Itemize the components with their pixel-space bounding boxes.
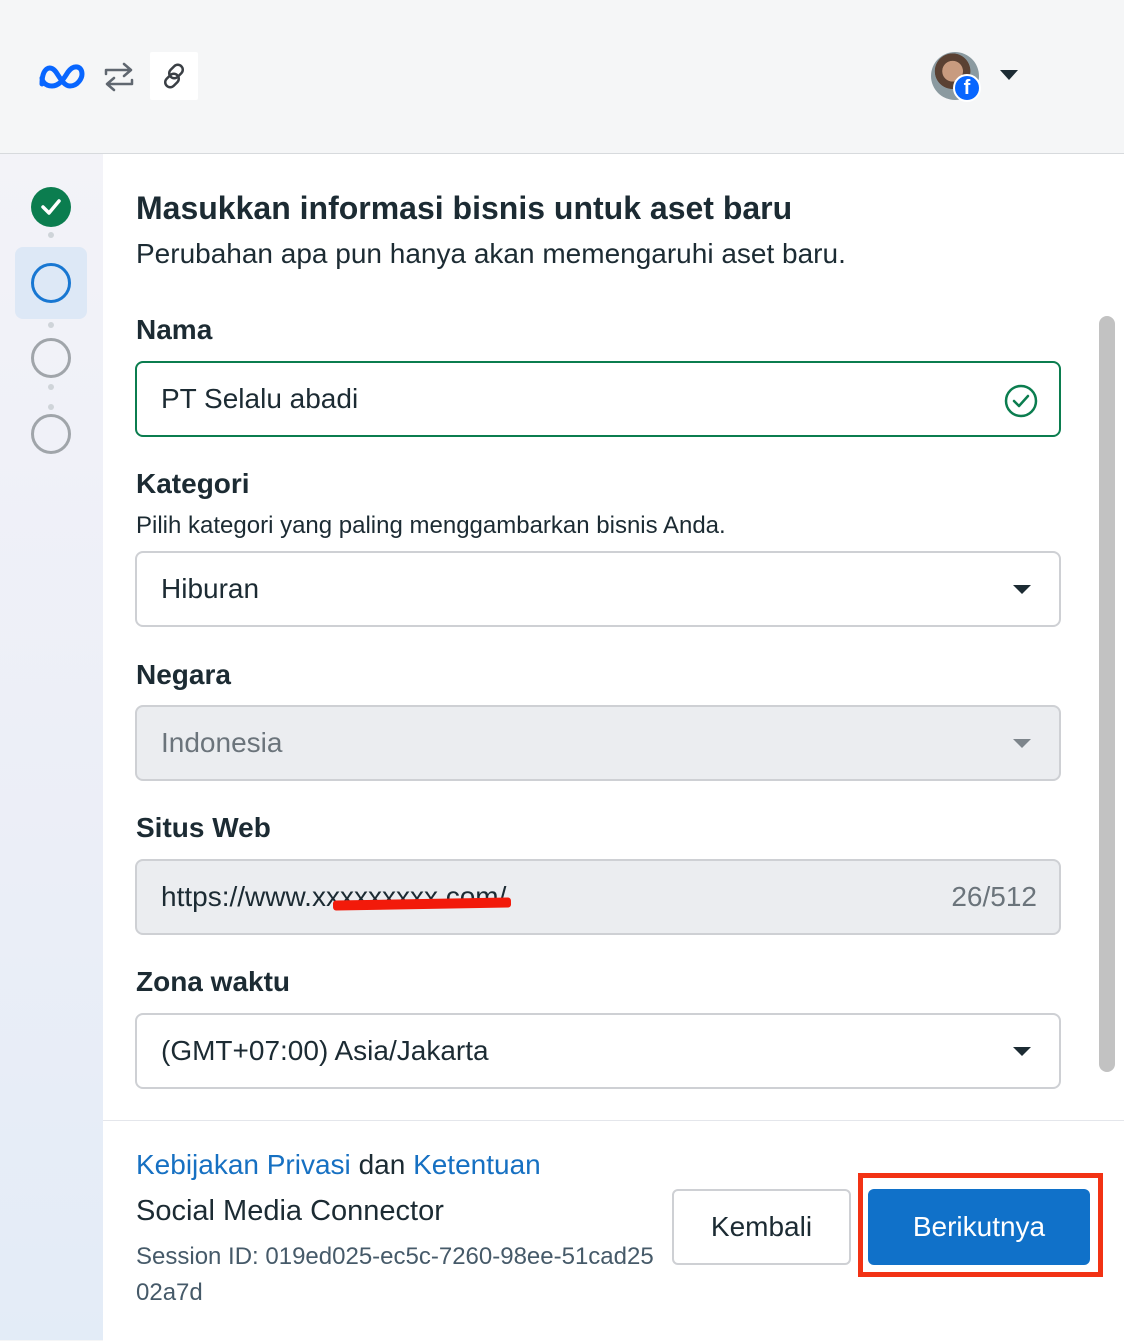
step-connector xyxy=(48,322,54,328)
page-title: Masukkan informasi bisnis untuk aset bar… xyxy=(136,190,793,226)
step-connector xyxy=(48,384,54,390)
step-complete-icon xyxy=(31,187,71,227)
legal-links: Kebijakan Privasi dan Ketentuan xyxy=(136,1149,541,1181)
website-label: Situs Web xyxy=(136,812,271,843)
name-value: PT Selalu abadi xyxy=(161,383,359,414)
step-current-icon xyxy=(31,263,71,303)
session-id: Session ID: 019ed025-ec5c-7260-98ee-51ca… xyxy=(136,1243,654,1306)
form-panel: Masukkan informasi bisnis untuk aset bar… xyxy=(103,154,1124,1341)
name-label: Nama xyxy=(136,314,213,345)
step-pending-icon xyxy=(31,414,71,454)
back-button[interactable]: Kembali xyxy=(672,1189,851,1265)
website-input: https://www.xxxxxxxxx.com/ 26/512 xyxy=(135,859,1061,935)
annotation-highlight-box xyxy=(858,1173,1103,1277)
step-connector xyxy=(48,404,54,410)
top-bar: f xyxy=(0,0,1124,154)
progress-stepper xyxy=(0,154,103,1340)
country-label: Negara xyxy=(136,659,231,690)
category-value: Hiburan xyxy=(161,573,260,604)
category-select[interactable]: Hiburan xyxy=(135,551,1061,627)
sync-icon[interactable] xyxy=(100,58,138,96)
terms-link[interactable]: Ketentuan xyxy=(413,1149,541,1180)
category-label: Kategori xyxy=(136,468,250,499)
step-pending-icon xyxy=(31,338,71,378)
privacy-policy-link[interactable]: Kebijakan Privasi xyxy=(136,1149,351,1180)
page-subtitle: Perubahan apa pun hanya akan memengaruhi… xyxy=(136,238,846,269)
name-input[interactable]: PT Selalu abadi xyxy=(135,361,1061,437)
timezone-select[interactable]: (GMT+07:00) Asia/Jakarta xyxy=(135,1013,1061,1089)
scrollbar-thumb[interactable] xyxy=(1099,316,1115,1072)
timezone-label: Zona waktu xyxy=(136,966,291,997)
link-button[interactable] xyxy=(150,52,198,100)
link-icon xyxy=(163,63,185,89)
chevron-down-icon xyxy=(1013,1047,1031,1056)
meta-logo-icon[interactable] xyxy=(36,58,88,94)
and-text: dan xyxy=(358,1149,406,1180)
facebook-badge-icon: f xyxy=(953,74,981,102)
category-helper: Pilih kategori yang paling menggambarkan… xyxy=(136,512,726,539)
website-value: https://www.xxxxxxxxx.com/ xyxy=(161,881,507,912)
valid-check-icon xyxy=(1004,384,1038,418)
country-value: Indonesia xyxy=(161,727,283,758)
char-counter: 26/512 xyxy=(951,881,1037,912)
account-menu-caret-icon[interactable] xyxy=(1000,70,1018,80)
timezone-value: (GMT+07:00) Asia/Jakarta xyxy=(161,1035,489,1066)
step-connector xyxy=(48,232,54,238)
country-select: Indonesia xyxy=(135,705,1061,781)
chevron-down-icon xyxy=(1013,739,1031,748)
app-name: Social Media Connector xyxy=(136,1195,444,1227)
chevron-down-icon xyxy=(1013,585,1031,594)
